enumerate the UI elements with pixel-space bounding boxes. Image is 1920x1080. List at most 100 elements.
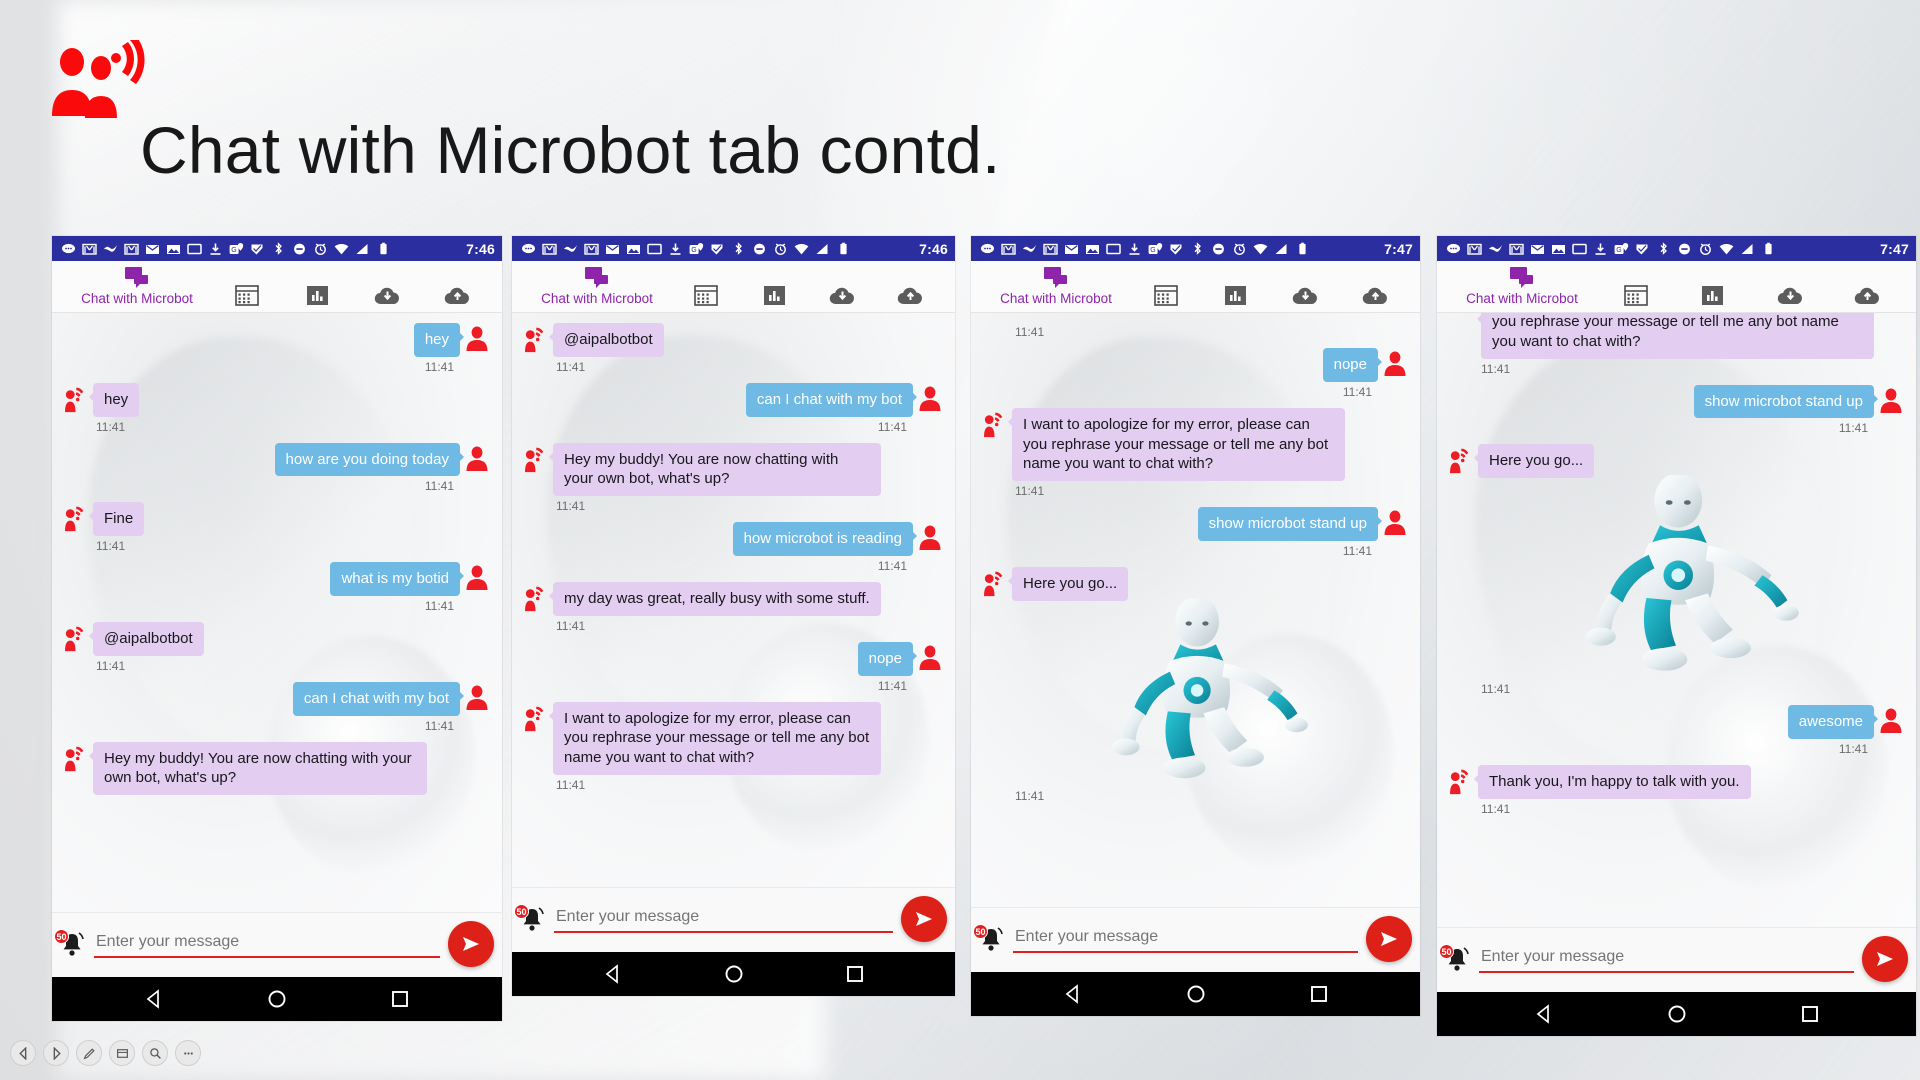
maps-icon: G <box>1148 242 1163 254</box>
message-composer[interactable]: 50 <box>971 907 1420 972</box>
send-button[interactable] <box>448 921 494 967</box>
chat-message-list[interactable]: 11:41 nope 11:41 I want to apologize for … <box>971 313 1420 907</box>
nav-recents-square-icon[interactable] <box>1309 984 1329 1004</box>
tab-cloud-upload[interactable] <box>1829 286 1906 312</box>
pen-icon[interactable] <box>76 1040 102 1066</box>
message-input[interactable] <box>94 930 440 958</box>
android-navigation-bar[interactable] <box>1437 992 1916 1036</box>
more-options-icon[interactable] <box>175 1040 201 1066</box>
slides-icon[interactable] <box>109 1040 135 1066</box>
next-arrow-icon[interactable] <box>43 1040 69 1066</box>
tab-chart[interactable] <box>1201 285 1271 312</box>
notification-bell-icon[interactable]: 50 <box>1439 944 1471 973</box>
people-broadcast-icon <box>52 40 145 118</box>
chat-message-user: can I chat with my bot <box>522 382 943 417</box>
tab-chat-with-microbot[interactable]: Chat with Microbot <box>522 267 672 312</box>
tab-table[interactable] <box>1597 285 1674 312</box>
message-composer[interactable]: 50 <box>1437 927 1916 992</box>
app-tab-bar[interactable]: Chat with Microbot <box>1437 261 1916 313</box>
nav-recents-square-icon[interactable] <box>1800 1004 1820 1024</box>
tick-icon <box>1636 244 1648 254</box>
message-timestamp: 11:41 <box>424 359 454 374</box>
message-input[interactable] <box>1479 945 1854 973</box>
notification-bell-icon[interactable]: 50 <box>973 924 1005 953</box>
message-timestamp: 11:41 <box>1481 361 1511 376</box>
dnd-icon <box>1213 243 1224 254</box>
nav-home-circle-icon[interactable] <box>1186 984 1206 1004</box>
message-timestamp: 11:41 <box>1015 325 1045 339</box>
app-tab-bar[interactable]: Chat with Microbot <box>52 261 502 313</box>
tab-chat-with-microbot[interactable]: Chat with Microbot <box>1447 267 1597 312</box>
tab-cloud-upload[interactable] <box>422 286 492 312</box>
message-timestamp: 11:41 <box>877 419 907 434</box>
chat-message-user: how microbot is reading <box>522 522 943 556</box>
chat-message-user: hey <box>62 323 490 357</box>
nav-recents-square-icon[interactable] <box>390 989 410 1009</box>
chat-message-user: nope <box>981 348 1408 382</box>
message-input[interactable] <box>554 905 893 933</box>
notification-bell-icon[interactable]: 50 <box>514 904 546 933</box>
zoom-icon[interactable] <box>142 1040 168 1066</box>
send-button[interactable] <box>901 896 947 942</box>
nav-back-triangle-icon[interactable] <box>144 989 164 1009</box>
chat-message-list[interactable]: @aipalbotbot 11:41 can I chat with my bot … <box>512 313 955 887</box>
android-navigation-bar[interactable] <box>512 952 955 996</box>
tab-table[interactable] <box>1131 285 1201 312</box>
tab-chart[interactable] <box>1674 285 1751 312</box>
chat-message-bot: I want to apologize for my error, please… <box>981 407 1408 482</box>
chat-message-list[interactable]: you rephrase your message or tell me any… <box>1437 313 1916 927</box>
notification-bell-icon[interactable]: 50 <box>54 929 86 958</box>
nav-back-triangle-icon[interactable] <box>603 964 623 984</box>
nav-recents-square-icon[interactable] <box>845 964 865 984</box>
tab-cloud-download[interactable] <box>1271 286 1341 312</box>
tab-chat-with-microbot[interactable]: Chat with Microbot <box>62 267 212 312</box>
alarm-icon <box>775 242 786 255</box>
tab-cloud-download[interactable] <box>352 286 422 312</box>
nav-home-circle-icon[interactable] <box>267 989 287 1009</box>
tab-cloud-download[interactable] <box>1752 286 1829 312</box>
nav-home-circle-icon[interactable] <box>724 964 744 984</box>
dnd-icon <box>754 243 765 254</box>
mail-icon <box>606 244 619 254</box>
tab-table[interactable] <box>672 285 740 312</box>
message-timestamp: 11:41 <box>1481 682 1511 697</box>
bluetooth-icon <box>275 241 282 255</box>
message-bubble: Here you go... <box>1473 444 1595 479</box>
nav-back-triangle-icon[interactable] <box>1534 1004 1554 1024</box>
tab-cloud-upload[interactable] <box>1340 286 1410 312</box>
nav-back-triangle-icon[interactable] <box>1063 984 1083 1004</box>
tab-chart[interactable] <box>740 285 808 312</box>
message-composer[interactable]: 50 <box>512 887 955 952</box>
send-arrow-icon <box>916 912 932 926</box>
android-navigation-bar[interactable] <box>971 972 1420 1016</box>
phone-screenshot-1: G 7:46 Chat with Microbot hey 11:41 hey … <box>52 236 502 1021</box>
tab-cloud-upload[interactable] <box>877 286 945 312</box>
app-tab-bar[interactable]: Chat with Microbot <box>971 261 1420 313</box>
send-button[interactable] <box>1862 936 1908 982</box>
tab-cloud-download[interactable] <box>809 286 877 312</box>
tab-table[interactable] <box>212 285 282 312</box>
message-bubble: how microbot is reading <box>732 522 918 556</box>
android-navigation-bar[interactable] <box>52 977 502 1021</box>
app-tab-bar[interactable]: Chat with Microbot <box>512 261 955 313</box>
tab-chat-with-microbot[interactable]: Chat with Microbot <box>981 267 1131 312</box>
chat-message-user: how are you doing today <box>62 442 490 477</box>
battery-icon <box>380 242 387 254</box>
prev-arrow-icon[interactable] <box>10 1040 36 1066</box>
status-time: 7:47 <box>1384 240 1413 257</box>
tab-chart[interactable] <box>282 285 352 312</box>
message-bubble: Hey my buddy! You are now chatting with … <box>89 741 427 796</box>
chat-message-list[interactable]: hey 11:41 hey 11:41 how are you doing toda… <box>52 313 502 912</box>
download-icon <box>670 243 681 255</box>
nav-home-circle-icon[interactable] <box>1667 1004 1687 1024</box>
chat-message-bot: @aipalbotbot <box>62 621 490 656</box>
message-bubble: can I chat with my bot <box>292 681 465 716</box>
message-input[interactable] <box>1013 925 1358 953</box>
signal-icon <box>1275 243 1287 254</box>
presentation-toolbar[interactable] <box>10 1040 201 1066</box>
send-button[interactable] <box>1366 916 1412 962</box>
message-composer[interactable]: 50 <box>52 912 502 977</box>
message-timestamp: 11:41 <box>556 777 586 792</box>
chat-message-bot: my day was great, really busy with some … <box>522 581 943 616</box>
bluetooth-icon <box>735 241 742 255</box>
